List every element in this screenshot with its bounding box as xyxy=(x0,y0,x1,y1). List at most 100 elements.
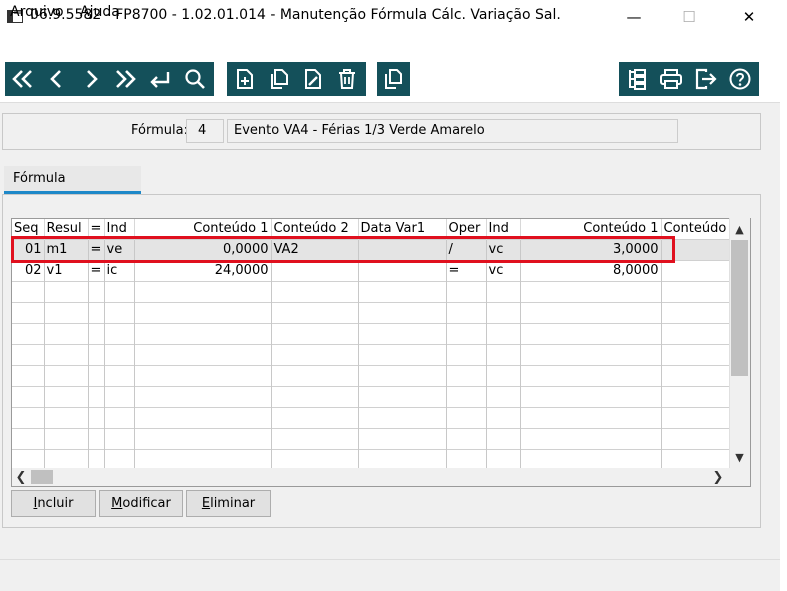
tab-formula[interactable]: Fórmula xyxy=(4,166,141,194)
horizontal-scrollbar[interactable] xyxy=(12,468,729,486)
first-record-icon[interactable] xyxy=(7,62,39,96)
table-row[interactable]: 02 v1 = ic 24,0000 = vc 8,0000 xyxy=(12,259,742,281)
table-row[interactable] xyxy=(12,385,742,407)
table-cell[interactable] xyxy=(446,427,487,449)
table-cell[interactable] xyxy=(446,448,487,470)
table-cell[interactable] xyxy=(520,364,662,386)
help-icon[interactable] xyxy=(724,62,756,96)
table-cell[interactable] xyxy=(271,280,359,302)
table-cell[interactable] xyxy=(134,385,272,407)
table-cell[interactable] xyxy=(44,406,89,428)
table-cell[interactable] xyxy=(520,406,662,428)
table-cell[interactable]: ve xyxy=(104,238,135,260)
edit-document-icon[interactable] xyxy=(297,62,329,96)
table-cell[interactable] xyxy=(44,448,89,470)
tree-structure-icon[interactable] xyxy=(621,62,653,96)
previous-record-icon[interactable] xyxy=(41,62,73,96)
formula-grid[interactable]: Seq Resul = Ind Conteúdo 1 Conteúdo 2 Da… xyxy=(11,218,751,487)
column-header[interactable]: Ind xyxy=(486,219,521,239)
table-cell[interactable] xyxy=(88,364,105,386)
table-cell[interactable] xyxy=(88,280,105,302)
table-cell[interactable] xyxy=(104,280,135,302)
copy-document-icon[interactable] xyxy=(263,62,295,96)
table-cell[interactable] xyxy=(358,259,447,281)
column-header[interactable]: Data Var1 xyxy=(358,219,447,239)
table-cell[interactable] xyxy=(134,448,272,470)
table-cell[interactable] xyxy=(88,322,105,344)
table-row[interactable] xyxy=(12,280,742,302)
table-cell[interactable] xyxy=(12,364,45,386)
table-cell[interactable] xyxy=(104,448,135,470)
table-cell[interactable] xyxy=(520,322,662,344)
table-cell[interactable] xyxy=(12,343,45,365)
table-cell[interactable]: = xyxy=(446,259,487,281)
table-cell[interactable] xyxy=(358,364,447,386)
table-cell[interactable] xyxy=(134,280,272,302)
table-cell[interactable] xyxy=(271,343,359,365)
table-cell[interactable]: 3,0000 xyxy=(520,238,662,260)
table-cell[interactable] xyxy=(358,406,447,428)
table-cell[interactable] xyxy=(44,385,89,407)
column-header[interactable]: Oper xyxy=(446,219,487,239)
table-cell[interactable] xyxy=(134,301,272,323)
menu-ajuda[interactable]: Ajuda xyxy=(80,4,120,20)
eliminar-button[interactable]: Eliminar xyxy=(186,490,271,517)
return-icon[interactable] xyxy=(144,62,176,96)
table-cell[interactable] xyxy=(446,322,487,344)
table-cell[interactable] xyxy=(271,259,359,281)
formula-number-field[interactable]: 4 xyxy=(186,119,224,143)
column-header[interactable]: Seq xyxy=(12,219,45,239)
table-cell[interactable] xyxy=(104,301,135,323)
table-cell[interactable]: vc xyxy=(486,259,521,281)
table-cell[interactable] xyxy=(486,385,521,407)
column-header[interactable]: Conteúdo 1 xyxy=(134,219,272,239)
table-cell[interactable] xyxy=(44,280,89,302)
column-header[interactable]: = xyxy=(88,219,105,239)
table-cell[interactable] xyxy=(104,385,135,407)
duplicate-icon[interactable] xyxy=(377,62,409,96)
table-cell[interactable]: 8,0000 xyxy=(520,259,662,281)
table-cell[interactable] xyxy=(358,343,447,365)
modificar-button[interactable]: Modificar xyxy=(99,490,183,517)
table-cell[interactable] xyxy=(88,406,105,428)
table-cell[interactable] xyxy=(446,301,487,323)
table-cell[interactable] xyxy=(446,280,487,302)
maximize-button[interactable]: ☐ xyxy=(666,0,712,33)
table-cell[interactable] xyxy=(104,322,135,344)
table-cell[interactable] xyxy=(134,322,272,344)
table-cell[interactable] xyxy=(44,427,89,449)
table-cell[interactable] xyxy=(358,385,447,407)
search-icon[interactable] xyxy=(179,62,211,96)
table-cell[interactable] xyxy=(88,448,105,470)
column-header[interactable]: Ind xyxy=(104,219,135,239)
table-cell[interactable]: 02 xyxy=(12,259,45,281)
table-cell[interactable] xyxy=(104,343,135,365)
table-cell[interactable] xyxy=(520,448,662,470)
table-cell[interactable] xyxy=(486,343,521,365)
table-cell[interactable]: 24,0000 xyxy=(134,259,272,281)
table-cell[interactable] xyxy=(486,301,521,323)
exit-icon[interactable] xyxy=(690,62,722,96)
table-cell[interactable] xyxy=(358,427,447,449)
vertical-scroll-thumb[interactable] xyxy=(731,240,748,376)
table-cell[interactable] xyxy=(358,301,447,323)
table-cell[interactable]: 01 xyxy=(12,238,45,260)
table-cell[interactable] xyxy=(486,427,521,449)
table-cell[interactable]: v1 xyxy=(44,259,89,281)
column-header[interactable]: Conteúdo 1 xyxy=(520,219,662,239)
scroll-left-icon[interactable]: ❮ xyxy=(12,468,30,486)
table-cell[interactable] xyxy=(486,448,521,470)
table-cell[interactable] xyxy=(134,343,272,365)
table-cell[interactable] xyxy=(271,406,359,428)
table-cell[interactable] xyxy=(358,280,447,302)
table-cell[interactable]: vc xyxy=(486,238,521,260)
column-header[interactable]: Resul xyxy=(44,219,89,239)
table-row[interactable] xyxy=(12,343,742,365)
table-cell[interactable] xyxy=(104,406,135,428)
table-cell[interactable] xyxy=(44,343,89,365)
table-cell[interactable] xyxy=(520,427,662,449)
print-icon[interactable] xyxy=(655,62,687,96)
table-cell[interactable] xyxy=(88,385,105,407)
table-cell[interactable] xyxy=(271,385,359,407)
table-cell[interactable] xyxy=(446,406,487,428)
